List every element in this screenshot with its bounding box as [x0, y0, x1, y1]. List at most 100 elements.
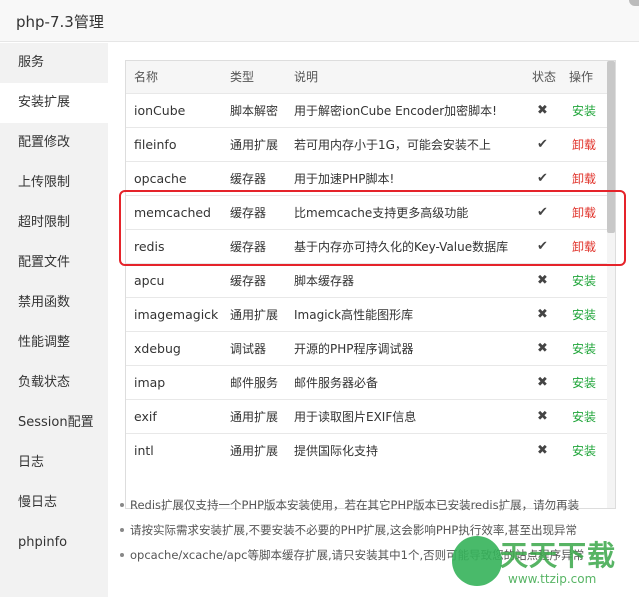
ext-desc: 用于读取图片EXIF信息 [294, 409, 417, 424]
sidebar-item[interactable]: Session配置 [0, 403, 108, 443]
table-header-row: 名称 类型 说明 状态 操作 [126, 61, 615, 93]
sidebar-item[interactable]: 性能调整 [0, 323, 108, 363]
table-cell: opcache [126, 161, 222, 195]
table-cell: apcu [126, 263, 222, 297]
table-cell: 邮件服务器必备 [286, 365, 524, 399]
ext-name: imagemagick [134, 306, 219, 322]
watermark: 天天下载 www.ttzip.com [452, 528, 639, 597]
table-cell: 提供国际化支持 [286, 433, 524, 467]
note-item: Redis扩展仅支持一个PHP版本安装使用，若在其它PHP版本已安装redis扩… [120, 497, 625, 513]
scrollbar-track[interactable] [607, 61, 615, 508]
install-button[interactable]: 安装 [572, 274, 596, 288]
ext-type: 缓存器 [230, 171, 267, 186]
sidebar-item[interactable]: 上传限制 [0, 163, 108, 203]
table-cell: 通用扩展 [222, 127, 286, 161]
sidebar-item[interactable]: 配置文件 [0, 243, 108, 283]
table-cell: 若可用内存小于1G，可能会安装不上 [286, 127, 524, 161]
ext-type: 通用扩展 [230, 307, 279, 322]
ext-name: apcu [134, 272, 165, 288]
table-cell: ✖ [524, 365, 561, 399]
uninstall-button[interactable]: 卸载 [572, 206, 596, 220]
sidebar-item[interactable]: 日志 [0, 443, 108, 483]
table-cell: redis [126, 229, 222, 263]
watermark-logo-icon [452, 536, 502, 586]
table-cell: 邮件服务 [222, 365, 286, 399]
table-cell: exif [126, 399, 222, 433]
table-cell: 用于读取图片EXIF信息 [286, 399, 524, 433]
close-button[interactable] [629, 0, 639, 6]
table-row: opcache 缓存器 用于加速PHP脚本! ✔ 卸载 [126, 161, 615, 195]
table-cell: 调试器 [222, 331, 286, 365]
install-button[interactable]: 安装 [572, 308, 596, 322]
header-name: 名称 [134, 70, 159, 85]
ext-desc: 脚本缓存器 [294, 273, 355, 288]
ext-type: 脚本解密 [230, 103, 279, 118]
sidebar-item[interactable]: 超时限制 [0, 203, 108, 243]
ext-type: 缓存器 [230, 239, 267, 254]
table-cell: ✔ [524, 229, 561, 263]
main-panel: 名称 类型 说明 状态 操作 ionCube 脚本解密 用于解密ionCube En… [108, 43, 639, 597]
uninstall-button[interactable]: 卸载 [572, 172, 596, 186]
table-cell: ✖ [524, 399, 561, 433]
ext-desc: Imagick高性能图形库 [294, 307, 414, 322]
ext-desc: 用于解密ionCube Encoder加密脚本! [294, 103, 497, 118]
install-button[interactable]: 安装 [572, 410, 596, 424]
sidebar-item[interactable]: 服务 [0, 43, 108, 83]
uninstall-button[interactable]: 卸载 [572, 138, 596, 152]
ext-type: 通用扩展 [230, 443, 279, 458]
table-cell: 通用扩展 [222, 433, 286, 467]
ext-name: redis [134, 238, 165, 254]
table-cell: ✖ [524, 263, 561, 297]
table-row: ionCube 脚本解密 用于解密ionCube Encoder加密脚本! ✖ 安装 [126, 93, 615, 127]
table-cell: 缓存器 [222, 263, 286, 297]
table-cell: xdebug [126, 331, 222, 365]
table-cell: ✖ [524, 331, 561, 365]
install-button[interactable]: 安装 [572, 376, 596, 390]
table-cell: ✖ [524, 433, 561, 467]
ext-type: 邮件服务 [230, 375, 279, 390]
install-button[interactable]: 安装 [572, 104, 596, 118]
table-cell: 缓存器 [222, 161, 286, 195]
ext-status-icon: ✖ [537, 442, 548, 458]
php-manager-window: php-7.3管理 服务 安装扩展 配置修改 上传限制 超时限制 配置文件 禁用函数 性能调整… [0, 0, 639, 597]
table-row: redis 缓存器 基于内存亦可持久化的Key-Value数据库 ✔ 卸载 [126, 229, 615, 263]
table-row: imap 邮件服务 邮件服务器必备 ✖ 安装 [126, 365, 615, 399]
table-cell: 开源的PHP程序调试器 [286, 331, 524, 365]
ext-type: 调试器 [230, 341, 267, 356]
ext-desc: 基于内存亦可持久化的Key-Value数据库 [294, 239, 509, 254]
table-cell: ✔ [524, 161, 561, 195]
ext-name: opcache [134, 170, 187, 186]
ext-desc: 邮件服务器必备 [294, 375, 379, 390]
table-cell: 脚本解密 [222, 93, 286, 127]
ext-desc: 若可用内存小于1G，可能会安装不上 [294, 137, 491, 152]
scrollbar-thumb[interactable] [607, 61, 615, 233]
table-cell: 通用扩展 [222, 297, 286, 331]
sidebar-item[interactable]: 慢日志 [0, 483, 108, 523]
ext-status-icon: ✖ [537, 306, 548, 322]
ext-status-icon: ✔ [537, 170, 548, 186]
extensions-table-container: 名称 类型 说明 状态 操作 ionCube 脚本解密 用于解密ionCube En… [125, 60, 616, 509]
table-cell: 脚本缓存器 [286, 263, 524, 297]
table-cell: ✖ [524, 297, 561, 331]
sidebar-item[interactable]: phpinfo [0, 523, 108, 563]
sidebar-item[interactable]: 配置修改 [0, 123, 108, 163]
table-cell: intl [126, 433, 222, 467]
sidebar-item[interactable]: 负载状态 [0, 363, 108, 403]
sidebar-item[interactable]: 禁用函数 [0, 283, 108, 323]
watermark-url: www.ttzip.com [508, 572, 597, 586]
sidebar: 服务 安装扩展 配置修改 上传限制 超时限制 配置文件 禁用函数 性能调整 负载状态 Sessio… [0, 43, 108, 597]
header-type: 类型 [230, 70, 255, 85]
ext-status-icon: ✖ [537, 340, 548, 356]
table-cell: 用于加速PHP脚本! [286, 161, 524, 195]
ext-name: memcached [134, 204, 211, 220]
watermark-text: 天天下载 [500, 539, 617, 572]
uninstall-button[interactable]: 卸载 [572, 240, 596, 254]
ext-type: 通用扩展 [230, 409, 279, 424]
install-button[interactable]: 安装 [572, 444, 596, 458]
ext-desc: 比memcache支持更多高级功能 [294, 205, 469, 220]
table-row: intl 通用扩展 提供国际化支持 ✖ 安装 [126, 433, 615, 467]
install-button[interactable]: 安装 [572, 342, 596, 356]
ext-desc: 提供国际化支持 [294, 443, 379, 458]
header-desc: 说明 [294, 70, 319, 85]
sidebar-item[interactable]: 安装扩展 [0, 83, 108, 123]
